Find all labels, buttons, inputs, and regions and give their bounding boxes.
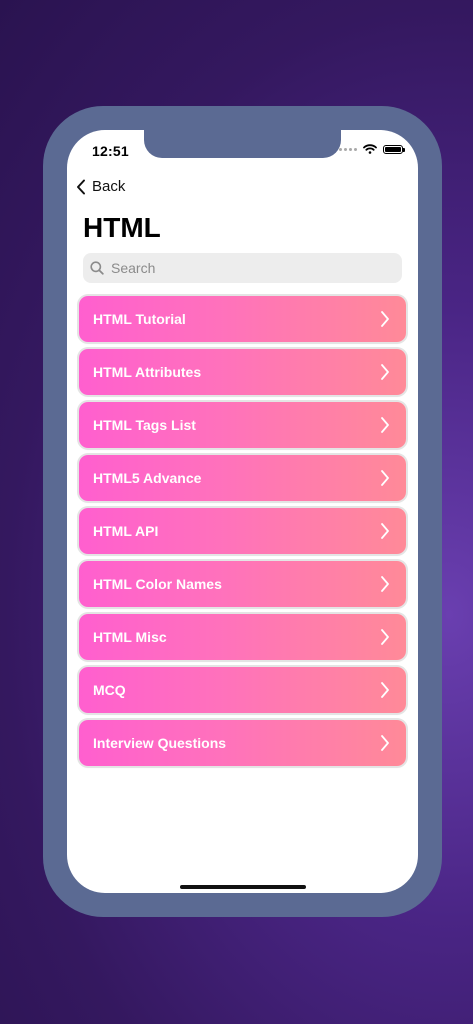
list-item-label: HTML5 Advance [93,470,202,486]
chevron-right-icon [381,576,389,592]
list-item-html-tutorial[interactable]: HTML Tutorial [79,296,406,342]
list-item-label: Interview Questions [93,735,227,751]
battery-icon [383,144,405,154]
back-button-label: Back [92,178,126,195]
list-item-html-color-names[interactable]: HTML Color Names [79,561,406,607]
device-notch [144,130,341,158]
list-item-label: HTML Tags List [93,417,196,433]
list-item-label: HTML API [93,523,159,539]
list-item-label: HTML Tutorial [93,311,186,327]
list-item-html-api[interactable]: HTML API [79,508,406,554]
list-item-label: MCQ [93,682,126,698]
wifi-icon [363,144,377,154]
back-button[interactable]: Back [76,178,125,195]
search-input[interactable] [109,259,383,277]
list-item-label: HTML Color Names [93,576,222,592]
chevron-left-icon [77,179,85,194]
search-bar[interactable] [83,253,402,283]
chevron-right-icon [381,470,389,486]
status-icons [339,144,405,154]
chevron-right-icon [381,682,389,698]
search-icon [90,261,104,275]
list-item-html-attributes[interactable]: HTML Attributes [79,349,406,395]
app-screen: 12:51 Back HTML Search HTML Tutorial HTM… [67,130,418,893]
chevron-right-icon [381,735,389,751]
list-item-label: HTML Misc [93,629,167,645]
list-item-html-misc[interactable]: HTML Misc [79,614,406,660]
list-item-label: HTML Attributes [93,364,202,380]
chevron-right-icon [381,417,389,433]
chevron-right-icon [381,311,389,327]
chevron-right-icon [381,523,389,539]
home-indicator[interactable] [180,885,306,889]
device-frame: 12:51 Back HTML Search HTML Tutorial HTM… [43,106,442,917]
list-item-html5-advance[interactable]: HTML5 Advance [79,455,406,501]
page-title: HTML [83,212,161,243]
status-time: 12:51 [92,143,129,159]
list-item-mcq[interactable]: MCQ [79,667,406,713]
chevron-right-icon [381,364,389,380]
battery-level [385,146,401,152]
chevron-right-icon [381,629,389,645]
topic-list: HTML Tutorial HTML Attributes HTML Tags … [79,296,406,773]
list-item-html-tags-list[interactable]: HTML Tags List [79,402,406,448]
signal-icon [339,147,357,151]
list-item-interview-questions[interactable]: Interview Questions [79,720,406,766]
